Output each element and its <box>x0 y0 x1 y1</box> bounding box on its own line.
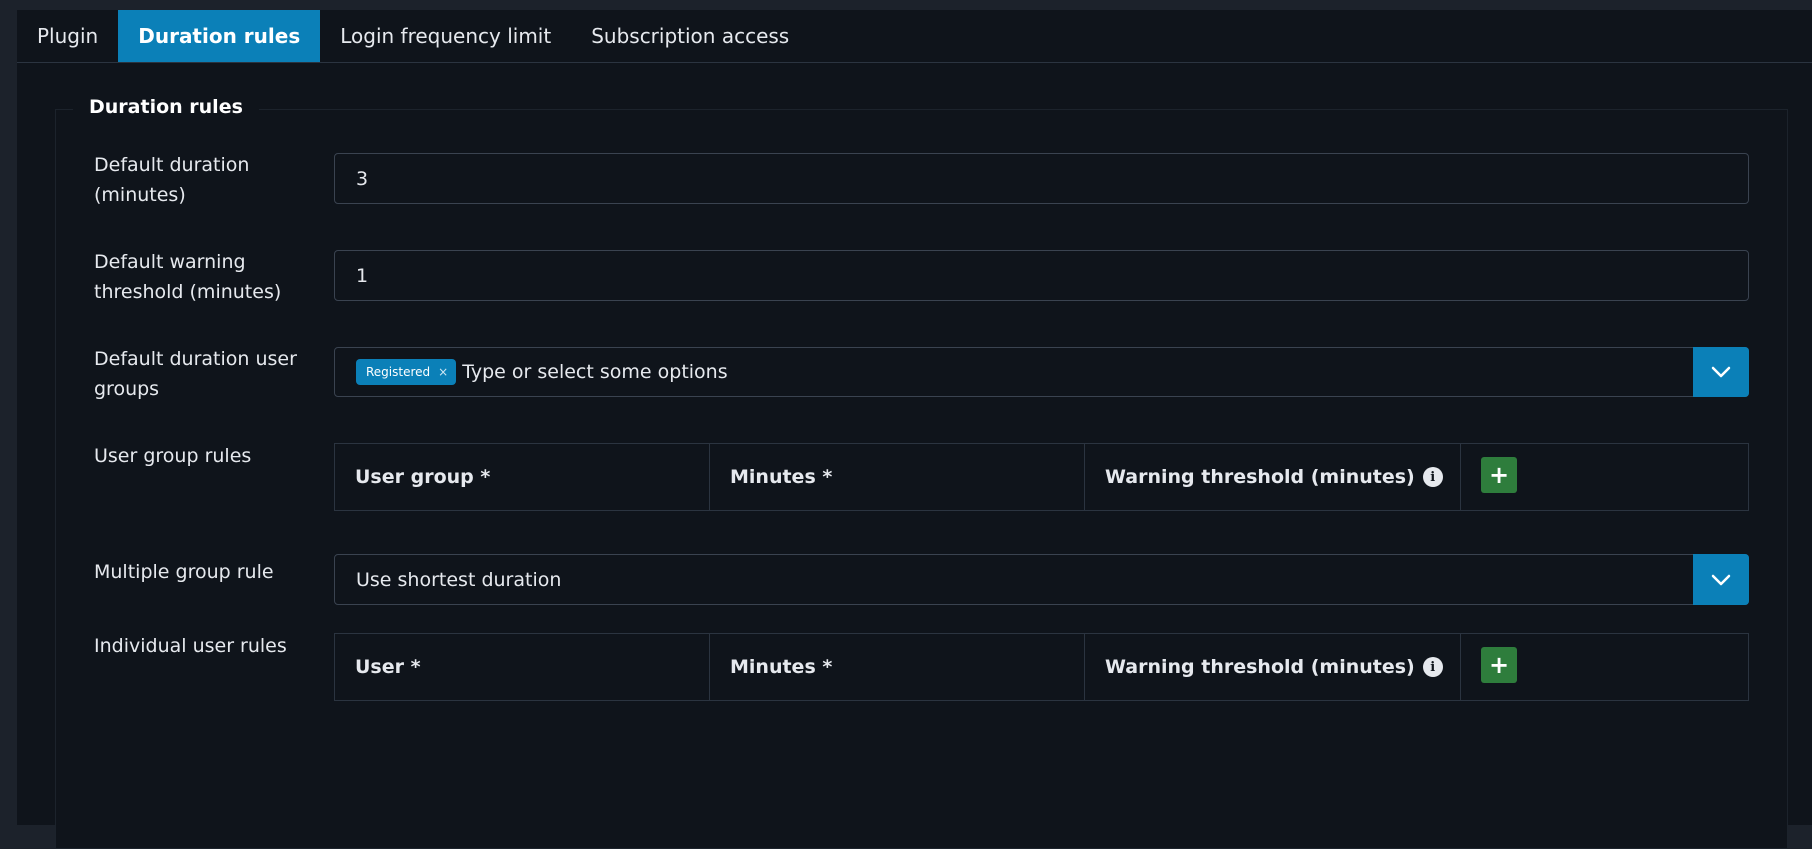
default-duration-input[interactable]: 3 <box>334 153 1749 204</box>
default-groups-select[interactable]: Registered × Type or select some options <box>334 347 1749 397</box>
default-warning-input[interactable]: 1 <box>334 250 1749 301</box>
column-warning-threshold: Warning threshold (minutes) i <box>1085 444 1461 510</box>
user-group-rules-label: User group rules <box>94 445 252 467</box>
column-warning-threshold-label: Warning threshold (minutes) <box>1105 656 1415 678</box>
tab-subscription-access[interactable]: Subscription access <box>571 10 809 62</box>
individual-user-rules-label: Individual user rules <box>94 635 287 657</box>
multiple-group-rule-value: Use shortest duration <box>356 568 562 591</box>
column-warning-threshold: Warning threshold (minutes) i <box>1085 634 1461 700</box>
settings-window: Plugin Duration rules Login frequency li… <box>17 10 1812 849</box>
fieldset-legend: Duration rules <box>73 96 259 118</box>
individual-user-rules-table: User * Minutes * Warning threshold (minu… <box>334 633 1749 701</box>
default-groups-label: Default duration user groups <box>94 348 297 400</box>
tab-bar: Plugin Duration rules Login frequency li… <box>17 10 1812 63</box>
tab-plugin[interactable]: Plugin <box>17 10 118 62</box>
registered-chip: Registered × <box>356 359 457 385</box>
tab-duration-rules[interactable]: Duration rules <box>118 10 321 62</box>
info-icon[interactable]: i <box>1422 467 1443 487</box>
column-user: User * <box>335 634 710 700</box>
user-group-rules-table: User group * Minutes * Warning threshold… <box>334 443 1749 511</box>
tab-login-frequency-limit[interactable]: Login frequency limit <box>320 10 571 62</box>
add-column: + <box>1461 444 1558 510</box>
chip-remove-icon[interactable]: × <box>438 365 448 379</box>
groups-search-placeholder[interactable]: Type or select some options <box>462 361 727 383</box>
column-user-group: User group * <box>335 444 710 510</box>
column-warning-threshold-label: Warning threshold (minutes) <box>1105 466 1415 488</box>
add-user-group-rule-button[interactable]: + <box>1481 457 1517 493</box>
default-duration-label: Default duration (minutes) <box>94 154 250 206</box>
info-icon[interactable]: i <box>1422 657 1443 677</box>
chevron-down-icon[interactable] <box>1693 347 1749 397</box>
column-minutes: Minutes * <box>710 634 1085 700</box>
default-warning-label: Default warning threshold (minutes) <box>94 251 282 303</box>
add-column: + <box>1461 634 1558 700</box>
chevron-down-icon[interactable] <box>1693 554 1749 605</box>
default-duration-value: 3 <box>356 167 369 190</box>
column-minutes: Minutes * <box>710 444 1085 510</box>
add-individual-user-rule-button[interactable]: + <box>1481 647 1517 683</box>
multiple-group-rule-select[interactable]: Use shortest duration <box>334 554 1749 605</box>
multiple-group-rule-label: Multiple group rule <box>94 561 274 583</box>
default-warning-value: 1 <box>356 264 369 287</box>
chip-label: Registered <box>366 365 431 379</box>
